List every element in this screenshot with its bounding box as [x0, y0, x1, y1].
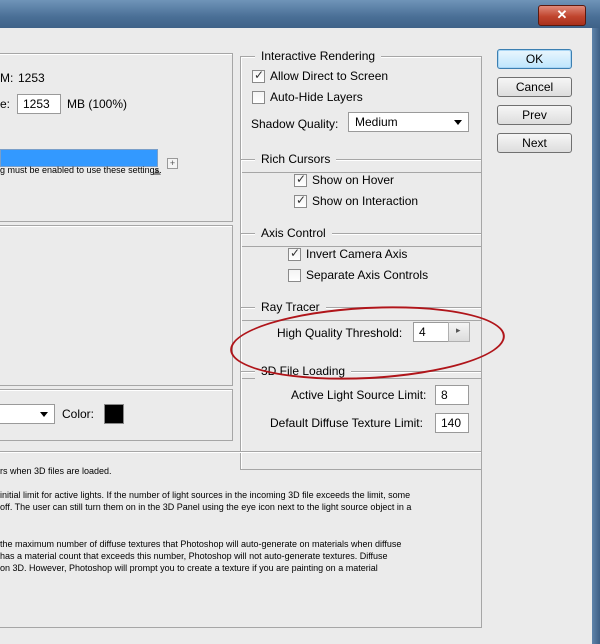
- texture-limit-input[interactable]: 140: [435, 413, 469, 433]
- memory-note: g must be enabled to use these settings.: [0, 165, 162, 175]
- description-line: rs when 3D files are loaded.: [0, 466, 112, 476]
- preferences-dialog: M: 1253 e: 1253 MB (100%) + g must be en…: [0, 28, 592, 644]
- check-icon: ✓: [296, 171, 307, 186]
- plus-icon[interactable]: +: [167, 158, 178, 169]
- invert-camera-checkbox[interactable]: ✓ Invert Camera Axis: [288, 245, 407, 261]
- description-line: the maximum number of diffuse textures t…: [0, 539, 402, 549]
- available-ram-value: 1253: [18, 71, 45, 85]
- shadow-quality-select[interactable]: Medium: [348, 112, 469, 132]
- color-swatch[interactable]: [104, 404, 124, 424]
- next-button[interactable]: Next: [497, 133, 572, 153]
- vram-usage-label: e:: [0, 97, 11, 111]
- allow-direct-checkbox[interactable]: ✓ Allow Direct to Screen: [252, 67, 388, 83]
- separate-axis-checkbox[interactable]: Separate Axis Controls: [288, 268, 428, 282]
- axis-control-title: Axis Control: [255, 225, 332, 241]
- ok-button[interactable]: OK: [497, 49, 572, 69]
- auto-hide-checkbox[interactable]: Auto-Hide Layers: [252, 90, 363, 104]
- check-icon: ✓: [254, 67, 265, 82]
- cancel-button[interactable]: Cancel: [497, 77, 572, 97]
- check-icon: ✓: [296, 192, 307, 207]
- light-limit-label: Active Light Source Limit:: [291, 388, 427, 402]
- color-label: Color:: [62, 407, 95, 421]
- description-line: on 3D. However, Photoshop will prompt yo…: [0, 563, 378, 573]
- show-on-interaction-checkbox[interactable]: ✓ Show on Interaction: [294, 192, 418, 208]
- available-ram-label: M:: [0, 71, 14, 85]
- interactive-rendering-title: Interactive Rendering: [255, 48, 382, 64]
- shadow-quality-label: Shadow Quality:: [251, 117, 339, 131]
- description-line: has a material count that exceeds this n…: [0, 551, 388, 561]
- renderer-group: [0, 225, 233, 386]
- check-icon: ✓: [290, 245, 301, 260]
- vram-usage-input[interactable]: 1253: [17, 94, 61, 114]
- close-button[interactable]: ✕: [538, 5, 586, 26]
- title-bar: ✕: [0, 0, 600, 28]
- description-line: initial limit for active lights. If the …: [0, 490, 411, 500]
- ground-plane-select[interactable]: [0, 404, 55, 424]
- show-on-hover-checkbox[interactable]: ✓ Show on Hover: [294, 171, 394, 187]
- vram-usage-unit: MB (100%): [67, 97, 128, 111]
- description-line: off. The user can still turn them on in …: [0, 502, 412, 512]
- prev-button[interactable]: Prev: [497, 105, 572, 125]
- chevron-down-icon: [454, 120, 462, 125]
- chevron-down-icon: [40, 412, 48, 417]
- light-limit-input[interactable]: 8: [435, 385, 469, 405]
- rich-cursors-title: Rich Cursors: [255, 151, 337, 167]
- window-frame: [592, 28, 600, 644]
- close-icon: ✕: [556, 7, 568, 22]
- texture-limit-label: Default Diffuse Texture Limit:: [270, 416, 423, 430]
